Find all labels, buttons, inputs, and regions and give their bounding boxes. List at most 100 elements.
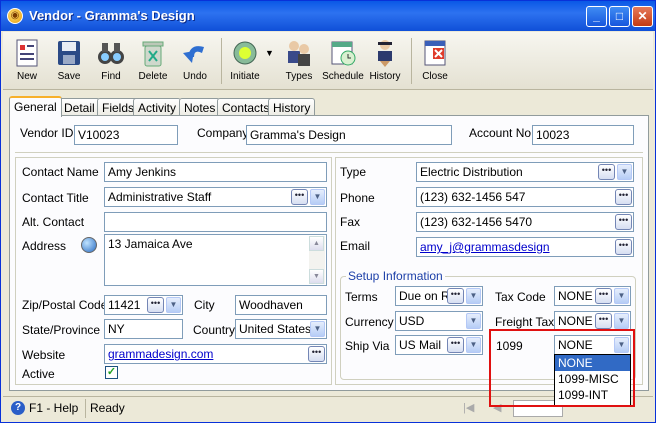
delete-button[interactable]: Delete xyxy=(131,35,175,87)
contact-name-label: Contact Name xyxy=(22,165,99,179)
phone-label: Phone xyxy=(340,191,375,205)
tab-history[interactable]: History xyxy=(268,98,316,116)
contact-title-dropdown-button[interactable]: ▼ xyxy=(310,189,325,205)
address-label: Address xyxy=(22,239,67,253)
schedule-button[interactable]: Schedule xyxy=(321,35,365,87)
type-ellipsis-button[interactable]: ••• xyxy=(598,164,615,180)
app-icon: ◉ xyxy=(7,8,23,24)
contact-name-field[interactable]: Amy Jenkins xyxy=(104,162,327,182)
freight-tax-dropdown-button[interactable]: ▼ xyxy=(614,313,629,329)
new-button[interactable]: New xyxy=(5,35,49,87)
website-ellipsis-button[interactable]: ••• xyxy=(308,346,325,362)
phone-value: (123) 632-1456 547 xyxy=(420,190,526,204)
company-label: Company xyxy=(197,126,249,140)
ship-via-ellipsis-button[interactable]: ••• xyxy=(447,337,464,353)
city-field[interactable]: Woodhaven xyxy=(235,295,327,315)
vendor-id-field[interactable]: V10023 xyxy=(74,125,178,145)
country-dropdown-button[interactable]: ▼ xyxy=(310,321,325,337)
tab-general[interactable]: General xyxy=(9,96,62,117)
traffic-light-icon xyxy=(233,41,257,65)
tax-code-ellipsis-button[interactable]: ••• xyxy=(595,288,612,304)
toolbar: New Save Find Delete Undo Initiate ▼ Typ… xyxy=(3,32,653,90)
email-ellipsis-button[interactable]: ••• xyxy=(615,239,632,255)
active-checkbox[interactable]: ✓ xyxy=(105,366,118,379)
toolbar-separator xyxy=(221,38,222,84)
website-field[interactable]: grammadesign.com ••• xyxy=(104,344,327,364)
state-label: State/Province xyxy=(22,323,101,337)
contact-title-label: Contact Title xyxy=(22,191,89,205)
freight-tax-select[interactable]: NONE ••• ▼ xyxy=(554,311,631,331)
minimize-button[interactable]: _ xyxy=(586,6,607,27)
contact-title-ellipsis-button[interactable]: ••• xyxy=(291,189,308,205)
ship-via-value: US Mail xyxy=(399,338,442,352)
title-bar[interactable]: ◉ Vendor - Gramma's Design _ □ ✕ xyxy=(1,1,655,31)
terms-dropdown-button[interactable]: ▼ xyxy=(466,288,481,304)
phone-ellipsis-button[interactable]: ••• xyxy=(615,189,632,205)
phone-field[interactable]: (123) 632-1456 547 ••• xyxy=(416,187,634,207)
globe-map-icon[interactable] xyxy=(81,237,97,253)
initiate-dropdown-icon[interactable]: ▼ xyxy=(265,48,274,58)
tax-code-select[interactable]: NONE ••• ▼ xyxy=(554,286,631,306)
help-icon[interactable]: ? xyxy=(11,401,25,415)
types-button[interactable]: Types xyxy=(277,35,321,87)
type-value: Electric Distribution xyxy=(420,165,523,179)
alt-contact-field[interactable] xyxy=(104,212,327,232)
first-record-icon[interactable]: |◀ xyxy=(463,401,474,414)
account-no-field[interactable]: 10023 xyxy=(532,125,634,145)
initiate-button[interactable]: Initiate xyxy=(223,35,267,87)
email-label: Email xyxy=(340,239,371,253)
terms-ellipsis-button[interactable]: ••• xyxy=(447,288,464,304)
close-window-button[interactable]: ✕ xyxy=(632,6,653,27)
type-dropdown-button[interactable]: ▼ xyxy=(617,164,632,180)
website-label: Website xyxy=(22,348,66,362)
find-button[interactable]: Find xyxy=(89,35,133,87)
company-field[interactable]: Gramma's Design xyxy=(246,125,452,145)
tax-code-dropdown-button[interactable]: ▼ xyxy=(614,288,629,304)
state-field[interactable]: NY xyxy=(104,319,183,339)
tab-detail[interactable]: Detail xyxy=(59,98,100,116)
calendar-clock-icon xyxy=(331,41,356,66)
email-field[interactable]: amy_j@grammasdesign ••• xyxy=(416,237,634,257)
zip-select[interactable]: 11421 ••• ▼ xyxy=(104,295,183,315)
tax-code-value: NONE xyxy=(558,289,593,303)
terms-select[interactable]: Due on R ••• ▼ xyxy=(395,286,483,306)
contact-title-select[interactable]: Administrative Staff ••• ▼ xyxy=(104,187,327,207)
country-value: United States xyxy=(239,322,312,336)
country-label: Country xyxy=(193,323,236,337)
fax-ellipsis-button[interactable]: ••• xyxy=(615,214,632,230)
freight-tax-value: NONE xyxy=(558,314,593,328)
maximize-button[interactable]: □ xyxy=(609,6,630,27)
save-button[interactable]: Save xyxy=(47,35,91,87)
scroll-down-icon[interactable]: ▼ xyxy=(309,269,324,284)
tab-activity[interactable]: Activity xyxy=(133,98,182,116)
terms-value: Due on R xyxy=(399,289,450,303)
address-field[interactable]: 13 Jamaica Ave ▲ ▼ xyxy=(104,234,327,286)
freight-tax-ellipsis-button[interactable]: ••• xyxy=(595,313,612,329)
type-select[interactable]: Electric Distribution ••• ▼ xyxy=(416,162,634,182)
country-select[interactable]: United States ▼ xyxy=(235,319,327,339)
zip-dropdown-button[interactable]: ▼ xyxy=(166,297,181,313)
currency-select[interactable]: USD ▼ xyxy=(395,311,483,331)
undo-button[interactable]: Undo xyxy=(173,35,217,87)
tab-notes[interactable]: Notes xyxy=(179,98,221,116)
ship-via-select[interactable]: US Mail ••• ▼ xyxy=(395,335,483,355)
floppy-disk-icon xyxy=(58,41,80,65)
zip-label: Zip/Postal Code xyxy=(22,298,108,312)
terms-label: Terms xyxy=(345,290,378,304)
ship-via-dropdown-button[interactable]: ▼ xyxy=(466,337,481,353)
freight-tax-label: Freight Tax xyxy=(495,315,555,329)
currency-dropdown-button[interactable]: ▼ xyxy=(466,313,481,329)
zip-ellipsis-button[interactable]: ••• xyxy=(147,297,164,313)
person-hourglass-icon xyxy=(378,40,392,67)
address-scrollbar[interactable]: ▲ ▼ xyxy=(309,236,325,284)
help-hint: F1 - Help xyxy=(29,401,79,415)
tab-contacts[interactable]: Contacts xyxy=(217,98,275,116)
currency-value: USD xyxy=(399,314,425,328)
account-no-label: Account No xyxy=(469,126,532,140)
fax-field[interactable]: (123) 632-1456 5470 ••• xyxy=(416,212,634,232)
history-button[interactable]: History xyxy=(363,35,407,87)
setup-information-title: Setup Information xyxy=(346,269,445,283)
close-button[interactable]: Close xyxy=(413,35,457,87)
zip-value: 11421 xyxy=(108,298,141,312)
scroll-up-icon[interactable]: ▲ xyxy=(309,236,324,251)
